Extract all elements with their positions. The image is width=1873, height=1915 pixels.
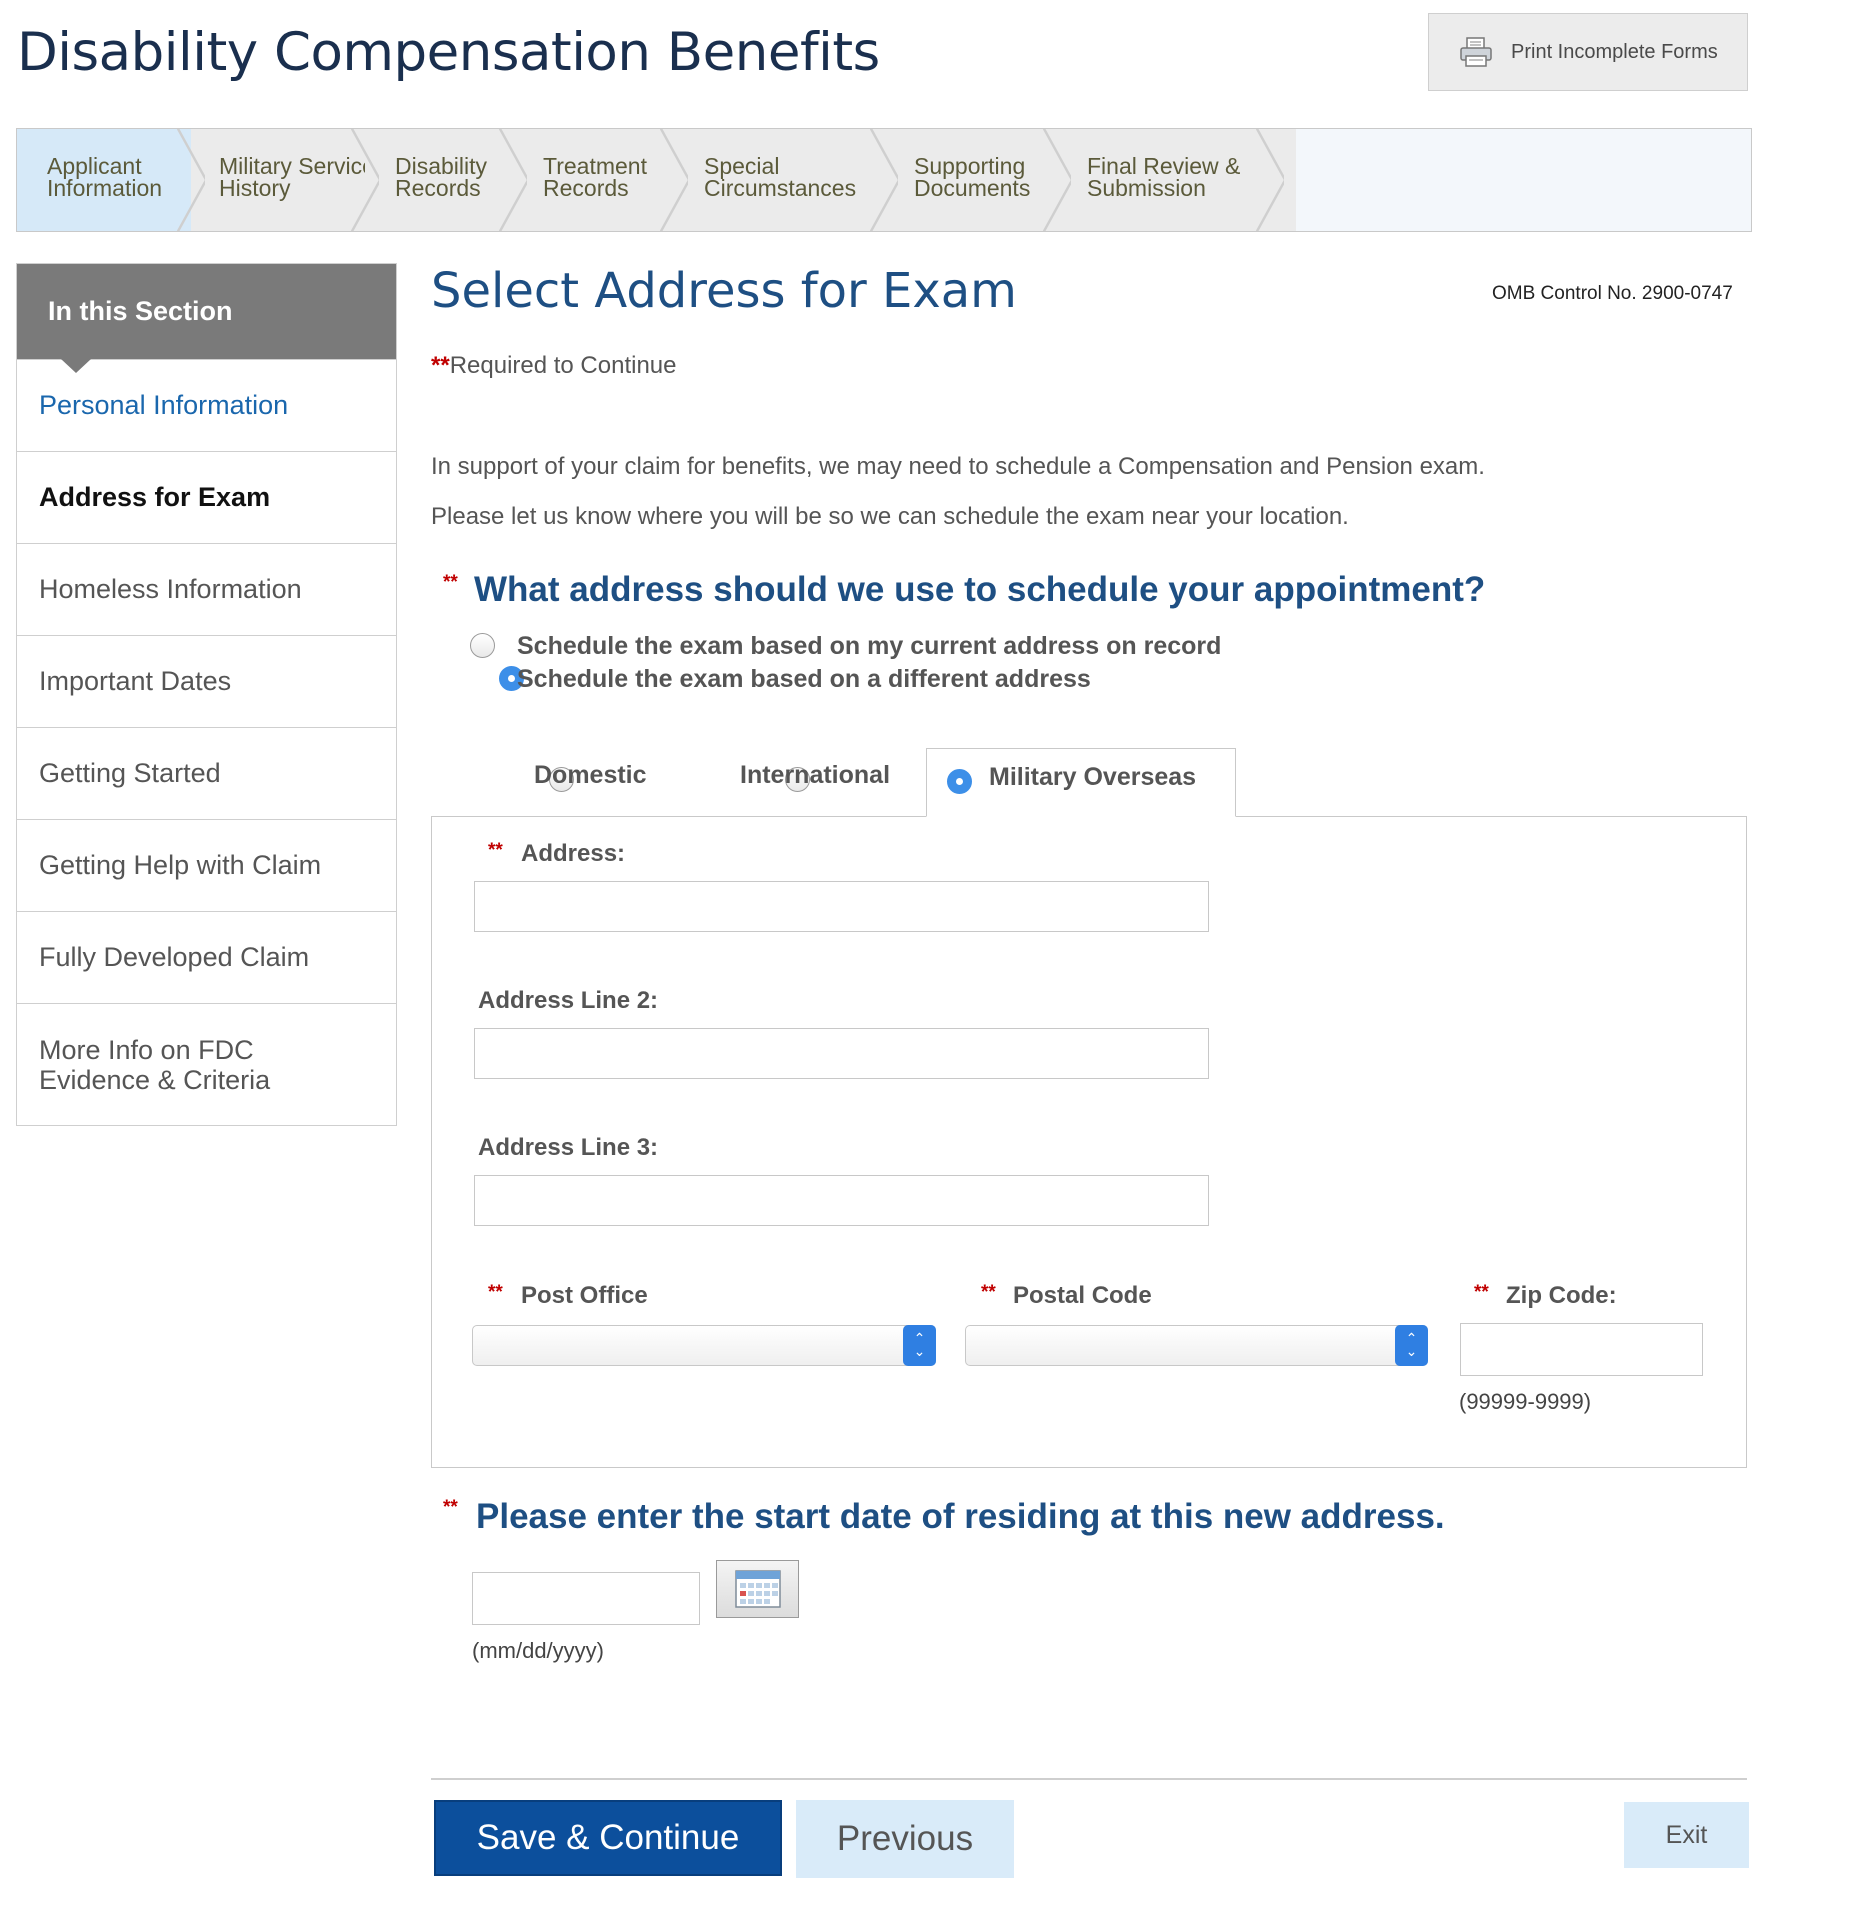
sidebar-item-label-line2: Evidence & Criteria [39, 1064, 271, 1095]
step-label: Military Service [219, 153, 375, 179]
tab-military-overseas-label: Military Overseas [989, 763, 1197, 791]
address-line-3-input[interactable] [474, 1175, 1209, 1226]
section-title: Select Address for Exam [431, 263, 1017, 319]
tab-international-label[interactable]: International [740, 761, 890, 790]
address-line-3-label: Address Line 3: [478, 1134, 659, 1161]
sidebar-item-getting-help-with-claim[interactable]: Getting Help with Claim [17, 819, 396, 911]
required-text: Required to Continue [449, 352, 677, 379]
question-exam-address: What address should we use to schedule y… [474, 570, 1486, 609]
start-date-input[interactable] [472, 1572, 700, 1625]
address-line-2-label: Address Line 2: [478, 987, 659, 1014]
sidebar-item-address-for-exam[interactable]: Address for Exam [17, 451, 396, 543]
step-final-review-submission[interactable]: Final Review & Submission [1057, 129, 1284, 231]
sidebar-item-important-dates[interactable]: Important Dates [17, 635, 396, 727]
step-label: Special [704, 153, 780, 179]
sidebar-item-fully-developed-claim[interactable]: Fully Developed Claim [17, 911, 396, 1003]
print-incomplete-forms-button[interactable]: Print Incomplete Forms [1428, 13, 1748, 91]
post-office-label: Post Office [521, 1282, 648, 1309]
intro-text-1: In support of your claim for benefits, w… [431, 453, 1485, 480]
required-note: **Required to Continue [431, 352, 677, 380]
step-disability-records[interactable]: Disability Records [365, 129, 527, 231]
required-marker: ** [1474, 1282, 1489, 1303]
calendar-button[interactable] [716, 1560, 799, 1618]
step-navigation: Applicant Information Military Service H… [16, 128, 1752, 232]
sidebar-item-getting-started[interactable]: Getting Started [17, 727, 396, 819]
zip-code-input[interactable] [1460, 1323, 1703, 1376]
radio-current-address[interactable] [470, 633, 495, 658]
step-label: Submission [1087, 175, 1206, 201]
omb-control-number: OMB Control No. 2900-0747 [1492, 283, 1733, 304]
zip-code-label: Zip Code: [1506, 1282, 1617, 1309]
print-button-label: Print Incomplete Forms [1511, 40, 1718, 63]
address-input[interactable] [474, 881, 1209, 932]
step-label: Documents [914, 175, 1031, 201]
tab-military-overseas[interactable]: Military Overseas [926, 748, 1236, 817]
step-label: Final Review & [1087, 153, 1241, 179]
step-applicant-information[interactable]: Applicant Information [17, 129, 205, 231]
step-military-service-history[interactable]: Military Service History [191, 129, 379, 231]
step-label: Treatment [543, 153, 647, 179]
required-marker: ** [981, 1282, 996, 1303]
step-label: Circumstances [704, 175, 857, 201]
sidebar-item-label: More Info on FDC Evidence & Criteria [39, 1035, 270, 1095]
step-label: History [219, 175, 291, 201]
step-label: Applicant [47, 153, 142, 179]
required-marker: ** [488, 840, 503, 861]
radio-military-overseas[interactable] [947, 769, 972, 794]
previous-button[interactable]: Previous [796, 1800, 1014, 1878]
step-special-circumstances[interactable]: Special Circumstances [674, 129, 898, 231]
step-label: Records [395, 175, 481, 201]
postal-code-select[interactable]: ⌃ ⌄ [965, 1325, 1428, 1366]
address-line-2-input[interactable] [474, 1028, 1209, 1079]
intro-text-2: Please let us know where you will be so … [431, 503, 1349, 530]
zip-code-format-hint: (99999-9999) [1459, 1389, 1592, 1414]
tab-domestic-label[interactable]: Domestic [534, 761, 647, 790]
step-supporting-documents[interactable]: Supporting Documents [884, 129, 1071, 231]
required-marker: ** [431, 352, 450, 379]
printer-icon [1460, 37, 1492, 67]
option-current-address-label: Schedule the exam based on my current ad… [517, 632, 1222, 660]
select-arrows-icon: ⌃ ⌄ [1395, 1325, 1428, 1366]
exit-button[interactable]: Exit [1624, 1802, 1749, 1868]
sidebar-item-homeless-information[interactable]: Homeless Information [17, 543, 396, 635]
question-start-date: Please enter the start date of residing … [476, 1497, 1445, 1536]
section-sidebar: In this Section Personal Information Add… [16, 263, 397, 1126]
required-marker: ** [443, 1497, 458, 1518]
required-marker: ** [443, 572, 458, 593]
calendar-icon [735, 1570, 781, 1608]
start-date-format-hint: (mm/dd/yyyy) [472, 1638, 604, 1663]
required-marker: ** [488, 1282, 503, 1303]
select-arrows-icon: ⌃ ⌄ [903, 1325, 936, 1366]
sidebar-item-more-info-fdc[interactable]: More Info on FDC Evidence & Criteria [17, 1003, 396, 1125]
step-label: Information [47, 175, 163, 201]
option-different-address-label: Schedule the exam based on a different a… [517, 665, 1091, 693]
footer-divider [431, 1778, 1747, 1780]
post-office-select[interactable]: ⌃ ⌄ [472, 1325, 936, 1366]
step-treatment-records[interactable]: Treatment Records [513, 129, 688, 231]
address-label: Address: [521, 840, 626, 867]
postal-code-label: Postal Code [1013, 1282, 1152, 1309]
step-label: Records [543, 175, 629, 201]
step-label: Disability [395, 153, 488, 179]
sidebar-item-label-line1: More Info on FDC [39, 1034, 254, 1065]
sidebar-heading: In this Section [17, 264, 396, 373]
step-label: Supporting [914, 153, 1026, 179]
save-continue-button[interactable]: Save & Continue [434, 1800, 782, 1876]
page-title: Disability Compensation Benefits [17, 22, 880, 83]
